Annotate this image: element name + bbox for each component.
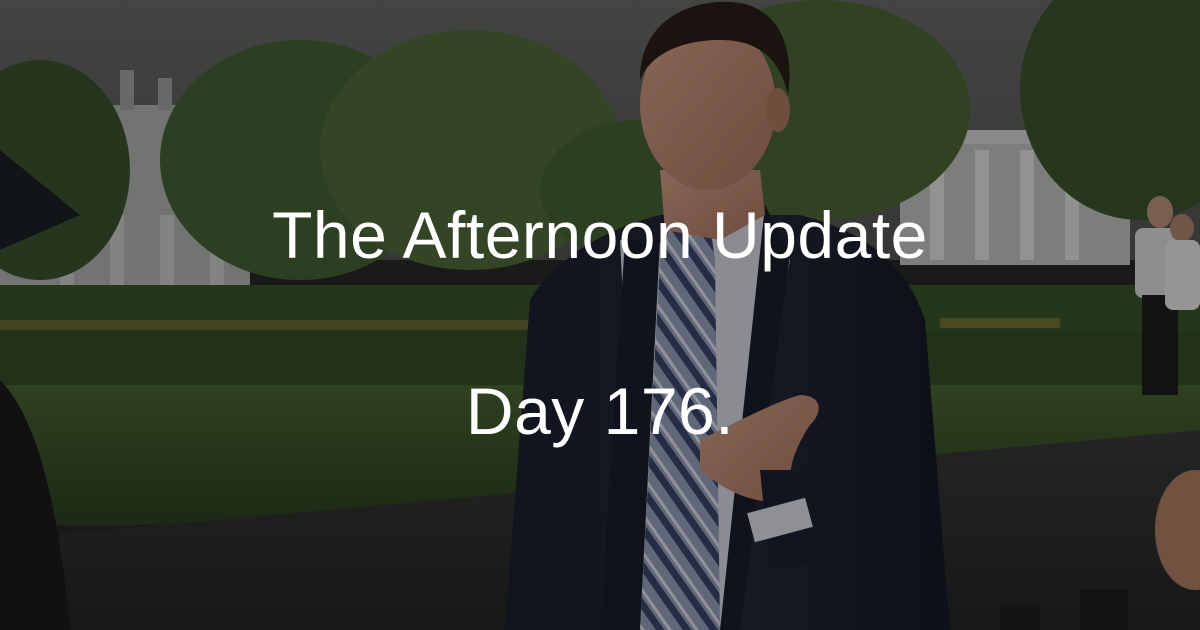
page-title: The Afternoon Update	[272, 198, 928, 272]
day-counter: Day 176.	[465, 374, 735, 448]
background-photo-illustration	[0, 0, 1200, 630]
background-photo	[0, 0, 1200, 630]
